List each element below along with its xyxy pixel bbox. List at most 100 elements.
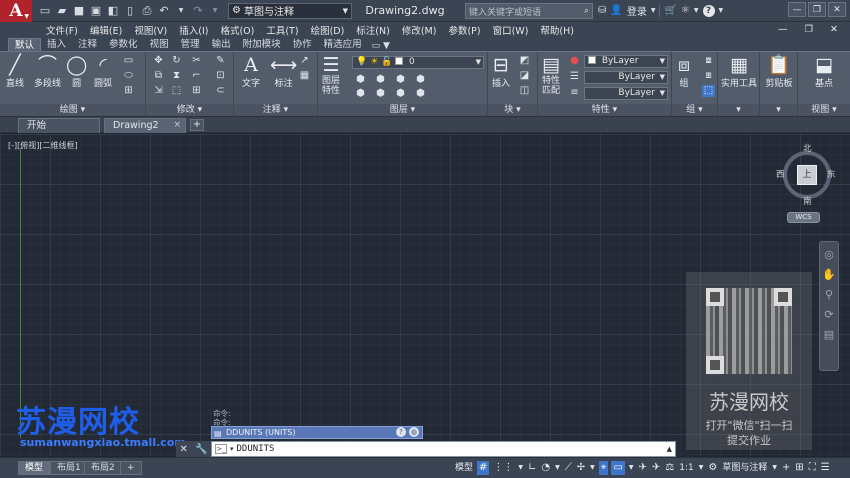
layer-select[interactable]: 💡 ☀ 🔓 0 ▼	[352, 56, 484, 69]
move-icon[interactable]: ✥	[152, 55, 165, 67]
ungroup-icon[interactable]: ⧇	[702, 55, 715, 67]
close-button[interactable]: ✕	[828, 2, 846, 17]
match-properties-tool[interactable]: ▤ 特性 匹配	[542, 54, 560, 96]
menu-file[interactable]: 文件(F)	[40, 23, 84, 37]
leader-icon[interactable]: ↗	[298, 55, 311, 67]
exchange-icon[interactable]: ⚛	[681, 5, 690, 16]
open-folder-icon[interactable]: ▰	[55, 4, 69, 18]
search-input[interactable]: 键入关键字或短语 ⌕	[465, 3, 593, 19]
command-input-wrapper[interactable]: >_ ▾ ▲	[211, 441, 676, 457]
menu-edit[interactable]: 编辑(E)	[84, 23, 128, 37]
chevron-down-icon[interactable]: ▼	[554, 461, 561, 475]
web-save-icon[interactable]: ◧	[106, 4, 120, 18]
mobile-icon[interactable]: ▯	[123, 4, 137, 18]
rotate-icon[interactable]: ↻	[170, 55, 183, 67]
grid-icon[interactable]: #	[477, 461, 490, 475]
close-icon[interactable]: ×	[173, 119, 181, 132]
group-select-icon[interactable]: ⬚	[702, 85, 715, 97]
tab-manage[interactable]: 管理	[175, 38, 206, 51]
wrench-icon[interactable]: 🔧	[195, 444, 207, 455]
layer-tool-icon[interactable]: ⬢	[394, 74, 407, 86]
edit-block-icon[interactable]: ◪	[518, 70, 531, 82]
object-snap-icon[interactable]: ⌖	[598, 461, 609, 475]
tab-view[interactable]: 视图	[144, 38, 175, 51]
undo-dropdown-icon[interactable]: ▼	[174, 4, 188, 18]
tab-model[interactable]: 模型	[18, 461, 51, 475]
menu-modify[interactable]: 修改(M)	[396, 23, 443, 37]
help-icon[interactable]: ?	[396, 427, 406, 437]
object-snap-tracking-icon[interactable]: ✢	[576, 461, 586, 475]
chevron-down-icon[interactable]: ▼	[771, 461, 778, 475]
zoom-icon[interactable]: ⚲	[825, 288, 833, 301]
copy-icon[interactable]: ⧉	[152, 70, 165, 82]
panel-title-view[interactable]: 视图 ▾	[798, 104, 850, 116]
customize-menu-icon[interactable]: ☰	[820, 461, 831, 475]
trim-icon[interactable]: ✂	[190, 55, 203, 67]
arc-tool[interactable]: ◜ 圆弧	[94, 54, 112, 89]
ribbon-minimize-toggle-icon[interactable]: ▭ ▼	[372, 41, 390, 51]
compass-north[interactable]: 北	[803, 142, 812, 154]
close-icon[interactable]: ✕	[824, 24, 844, 35]
tab-layout1[interactable]: 布局1	[50, 461, 88, 475]
layer-tool-icon[interactable]: ⬢	[394, 88, 407, 100]
tab-output[interactable]: 输出	[206, 38, 237, 51]
color-select[interactable]: ByLayer ▼	[584, 55, 668, 68]
restore-button[interactable]: ❐	[808, 2, 826, 17]
chevron-down-icon[interactable]: ▼	[589, 461, 596, 475]
tab-addins[interactable]: 附加模块	[237, 38, 287, 51]
panel-title-groups[interactable]: 组 ▾	[672, 104, 717, 116]
create-block-icon[interactable]: ◩	[518, 55, 531, 67]
redo-dropdown-icon[interactable]: ▼	[208, 4, 222, 18]
group-edit-icon[interactable]: ⧆	[702, 70, 715, 82]
pan-icon[interactable]: ✋	[822, 268, 836, 281]
save-as-icon[interactable]: ▣	[89, 4, 103, 18]
lineweight-select[interactable]: ByLayer ▼	[584, 87, 668, 100]
scale-icon[interactable]: ⬚	[170, 85, 183, 97]
stretch-icon[interactable]: ⇲	[152, 85, 165, 97]
panel-title-draw[interactable]: 绘图 ▾	[0, 104, 145, 116]
layer-tool-icon[interactable]: ⬢	[414, 88, 427, 100]
menu-tools[interactable]: 工具(T)	[260, 23, 304, 37]
wcs-menu-button[interactable]: WCS	[787, 212, 820, 223]
tab-featured-apps[interactable]: 精选应用	[318, 38, 368, 51]
panel-title-block[interactable]: 块 ▾	[488, 104, 537, 116]
annotation-visibility-icon[interactable]: ✈	[638, 461, 648, 475]
circle-tool[interactable]: ◯ 圆	[66, 54, 87, 89]
tab-drawing2[interactable]: Drawing2 ×	[104, 118, 186, 133]
layer-tool-icon[interactable]: ⬢	[354, 88, 367, 100]
isodraft-icon[interactable]: ⟋	[564, 461, 573, 475]
gear-icon[interactable]: ⚙	[707, 461, 718, 475]
menu-format[interactable]: 格式(O)	[214, 23, 260, 37]
clipboard-tool[interactable]: 📋 剪贴板	[762, 54, 796, 89]
linetype-select[interactable]: ByLayer ▼	[584, 71, 668, 84]
tab-insert[interactable]: 插入	[41, 38, 72, 51]
help-icon[interactable]: ?	[702, 4, 715, 17]
new-tab-button[interactable]: +	[190, 119, 204, 131]
dimension-tool[interactable]: ⟷ 标注	[270, 54, 297, 89]
command-input[interactable]	[236, 442, 667, 456]
showmotion-icon[interactable]: ▤	[824, 328, 834, 341]
autocomplete-suggestion[interactable]: ▤ DDUNITS (UNITS) ? ◍	[211, 426, 423, 439]
redo-icon[interactable]: ↷	[191, 4, 205, 18]
viewcube-top-face[interactable]: 上	[797, 165, 817, 185]
annotation-scale-icon[interactable]: ⚖	[664, 461, 675, 475]
save-icon[interactable]: ■	[72, 4, 86, 18]
ortho-icon[interactable]: ∟	[527, 461, 537, 475]
cart-icon[interactable]: 🛒	[664, 5, 676, 16]
search-icon[interactable]: ⌕	[584, 6, 589, 16]
chevron-down-icon[interactable]: ▼	[628, 461, 635, 475]
menu-help[interactable]: 帮助(H)	[534, 23, 580, 37]
snap-icon[interactable]: ⋮⋮	[492, 461, 514, 475]
plus-icon[interactable]: +	[781, 461, 791, 475]
panel-title-properties[interactable]: 特性 ▾	[538, 104, 671, 116]
minimize-button[interactable]: —	[788, 2, 806, 17]
panel-title-utilities-arrow[interactable]: ▾	[718, 104, 759, 116]
add-layout-button[interactable]: +	[120, 461, 142, 475]
chevron-down-icon[interactable]: ▼	[698, 461, 705, 475]
chevron-up-icon[interactable]: ▲	[667, 445, 672, 453]
menu-dimension[interactable]: 标注(N)	[350, 23, 396, 37]
base-point-tool[interactable]: ⬓ 基点	[806, 54, 842, 89]
utilities-tool[interactable]: ▦ 实用工具	[720, 54, 758, 89]
hatch-icon[interactable]: ⊞	[122, 85, 135, 97]
login-link[interactable]: 登录	[627, 3, 647, 18]
